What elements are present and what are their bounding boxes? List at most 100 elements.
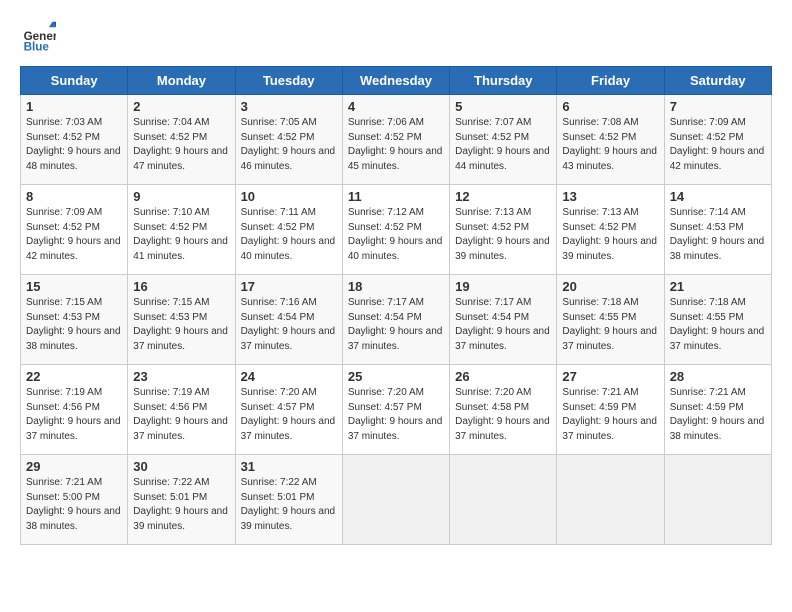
day-number: 15 <box>26 279 122 294</box>
calendar-cell: 28 Sunrise: 7:21 AMSunset: 4:59 PMDayligh… <box>664 365 771 455</box>
calendar-cell: 22 Sunrise: 7:19 AMSunset: 4:56 PMDayligh… <box>21 365 128 455</box>
calendar-week-3: 15 Sunrise: 7:15 AMSunset: 4:53 PMDayligh… <box>21 275 772 365</box>
calendar-cell: 4 Sunrise: 7:06 AMSunset: 4:52 PMDaylight… <box>342 95 449 185</box>
day-number: 19 <box>455 279 551 294</box>
calendar-cell: 12 Sunrise: 7:13 AMSunset: 4:52 PMDayligh… <box>450 185 557 275</box>
day-info: Sunrise: 7:13 AMSunset: 4:52 PMDaylight:… <box>562 207 657 262</box>
day-info: Sunrise: 7:20 AMSunset: 4:57 PMDaylight:… <box>241 387 336 442</box>
calendar-cell <box>342 455 449 545</box>
day-info: Sunrise: 7:03 AMSunset: 4:52 PMDaylight:… <box>26 117 121 172</box>
day-info: Sunrise: 7:17 AMSunset: 4:54 PMDaylight:… <box>455 297 550 352</box>
day-number: 2 <box>133 99 229 114</box>
day-info: Sunrise: 7:20 AMSunset: 4:58 PMDaylight:… <box>455 387 550 442</box>
calendar-week-5: 29 Sunrise: 7:21 AMSunset: 5:00 PMDayligh… <box>21 455 772 545</box>
day-header-friday: Friday <box>557 67 664 95</box>
day-number: 3 <box>241 99 337 114</box>
calendar-cell <box>450 455 557 545</box>
day-info: Sunrise: 7:13 AMSunset: 4:52 PMDaylight:… <box>455 207 550 262</box>
calendar-cell: 29 Sunrise: 7:21 AMSunset: 5:00 PMDayligh… <box>21 455 128 545</box>
day-info: Sunrise: 7:22 AMSunset: 5:01 PMDaylight:… <box>241 477 336 532</box>
day-info: Sunrise: 7:07 AMSunset: 4:52 PMDaylight:… <box>455 117 550 172</box>
day-number: 28 <box>670 369 766 384</box>
calendar-cell: 8Sunrise: 7:09 AMSunset: 4:52 PMDaylight… <box>21 185 128 275</box>
calendar-cell: 25 Sunrise: 7:20 AMSunset: 4:57 PMDayligh… <box>342 365 449 455</box>
day-header-monday: Monday <box>128 67 235 95</box>
calendar-cell: 10Sunrise: 7:11 AMSunset: 4:52 PMDayligh… <box>235 185 342 275</box>
calendar-cell: 6Sunrise: 7:08 AMSunset: 4:52 PMDaylight… <box>557 95 664 185</box>
day-info: Sunrise: 7:17 AMSunset: 4:54 PMDaylight:… <box>348 297 443 352</box>
day-number: 29 <box>26 459 122 474</box>
day-info: Sunrise: 7:16 AMSunset: 4:54 PMDaylight:… <box>241 297 336 352</box>
calendar-week-2: 8Sunrise: 7:09 AMSunset: 4:52 PMDaylight… <box>21 185 772 275</box>
day-number: 13 <box>562 189 658 204</box>
day-number: 26 <box>455 369 551 384</box>
calendar-cell: 11 Sunrise: 7:12 AMSunset: 4:52 PMDayligh… <box>342 185 449 275</box>
day-info: Sunrise: 7:10 AMSunset: 4:52 PMDaylight:… <box>133 207 228 262</box>
day-number: 9 <box>133 189 229 204</box>
day-number: 18 <box>348 279 444 294</box>
calendar-table: SundayMondayTuesdayWednesdayThursdayFrid… <box>20 66 772 545</box>
calendar-cell <box>557 455 664 545</box>
day-number: 4 <box>348 99 444 114</box>
day-info: Sunrise: 7:18 AMSunset: 4:55 PMDaylight:… <box>562 297 657 352</box>
day-info: Sunrise: 7:21 AMSunset: 4:59 PMDaylight:… <box>670 387 765 442</box>
calendar-cell: 19 Sunrise: 7:17 AMSunset: 4:54 PMDayligh… <box>450 275 557 365</box>
day-info: Sunrise: 7:18 AMSunset: 4:55 PMDaylight:… <box>670 297 765 352</box>
day-number: 25 <box>348 369 444 384</box>
day-info: Sunrise: 7:06 AMSunset: 4:52 PMDaylight:… <box>348 117 443 172</box>
day-info: Sunrise: 7:09 AMSunset: 4:52 PMDaylight:… <box>670 117 765 172</box>
calendar-cell: 13 Sunrise: 7:13 AMSunset: 4:52 PMDayligh… <box>557 185 664 275</box>
svg-text:Blue: Blue <box>24 41 50 54</box>
day-info: Sunrise: 7:15 AMSunset: 4:53 PMDaylight:… <box>133 297 228 352</box>
day-info: Sunrise: 7:19 AMSunset: 4:56 PMDaylight:… <box>133 387 228 442</box>
day-number: 7 <box>670 99 766 114</box>
day-number: 11 <box>348 189 444 204</box>
calendar-cell: 14Sunrise: 7:14 AMSunset: 4:53 PMDayligh… <box>664 185 771 275</box>
day-number: 21 <box>670 279 766 294</box>
day-number: 10 <box>241 189 337 204</box>
calendar-cell: 3 Sunrise: 7:05 AMSunset: 4:52 PMDaylight… <box>235 95 342 185</box>
day-number: 20 <box>562 279 658 294</box>
logo-icon: General Blue <box>20 20 56 56</box>
calendar-cell: 31 Sunrise: 7:22 AMSunset: 5:01 PMDayligh… <box>235 455 342 545</box>
day-number: 6 <box>562 99 658 114</box>
day-number: 30 <box>133 459 229 474</box>
day-info: Sunrise: 7:14 AMSunset: 4:53 PMDaylight:… <box>670 207 765 262</box>
calendar-cell: 18 Sunrise: 7:17 AMSunset: 4:54 PMDayligh… <box>342 275 449 365</box>
day-number: 24 <box>241 369 337 384</box>
day-header-saturday: Saturday <box>664 67 771 95</box>
calendar-cell: 20 Sunrise: 7:18 AMSunset: 4:55 PMDayligh… <box>557 275 664 365</box>
day-number: 22 <box>26 369 122 384</box>
day-number: 31 <box>241 459 337 474</box>
calendar-week-4: 22 Sunrise: 7:19 AMSunset: 4:56 PMDayligh… <box>21 365 772 455</box>
calendar-cell: 2 Sunrise: 7:04 AMSunset: 4:52 PMDaylight… <box>128 95 235 185</box>
day-info: Sunrise: 7:12 AMSunset: 4:52 PMDaylight:… <box>348 207 443 262</box>
day-number: 27 <box>562 369 658 384</box>
day-header-tuesday: Tuesday <box>235 67 342 95</box>
logo: General Blue <box>20 20 60 56</box>
day-header-thursday: Thursday <box>450 67 557 95</box>
calendar-cell: 17Sunrise: 7:16 AMSunset: 4:54 PMDayligh… <box>235 275 342 365</box>
day-number: 16 <box>133 279 229 294</box>
calendar-cell: 27 Sunrise: 7:21 AMSunset: 4:59 PMDayligh… <box>557 365 664 455</box>
calendar-week-1: 1 Sunrise: 7:03 AMSunset: 4:52 PMDaylight… <box>21 95 772 185</box>
page-header: General Blue <box>20 20 772 56</box>
calendar-cell: 30Sunrise: 7:22 AMSunset: 5:01 PMDayligh… <box>128 455 235 545</box>
day-number: 1 <box>26 99 122 114</box>
calendar-cell: 21 Sunrise: 7:18 AMSunset: 4:55 PMDayligh… <box>664 275 771 365</box>
day-info: Sunrise: 7:21 AMSunset: 5:00 PMDaylight:… <box>26 477 121 532</box>
calendar-cell: 1 Sunrise: 7:03 AMSunset: 4:52 PMDaylight… <box>21 95 128 185</box>
day-info: Sunrise: 7:15 AMSunset: 4:53 PMDaylight:… <box>26 297 121 352</box>
day-info: Sunrise: 7:05 AMSunset: 4:52 PMDaylight:… <box>241 117 336 172</box>
day-info: Sunrise: 7:19 AMSunset: 4:56 PMDaylight:… <box>26 387 121 442</box>
day-number: 23 <box>133 369 229 384</box>
day-info: Sunrise: 7:21 AMSunset: 4:59 PMDaylight:… <box>562 387 657 442</box>
calendar-cell: 15 Sunrise: 7:15 AMSunset: 4:53 PMDayligh… <box>21 275 128 365</box>
day-number: 12 <box>455 189 551 204</box>
day-info: Sunrise: 7:09 AMSunset: 4:52 PMDaylight:… <box>26 207 121 262</box>
calendar-cell: 24 Sunrise: 7:20 AMSunset: 4:57 PMDayligh… <box>235 365 342 455</box>
day-info: Sunrise: 7:04 AMSunset: 4:52 PMDaylight:… <box>133 117 228 172</box>
day-number: 5 <box>455 99 551 114</box>
day-header-sunday: Sunday <box>21 67 128 95</box>
day-info: Sunrise: 7:20 AMSunset: 4:57 PMDaylight:… <box>348 387 443 442</box>
